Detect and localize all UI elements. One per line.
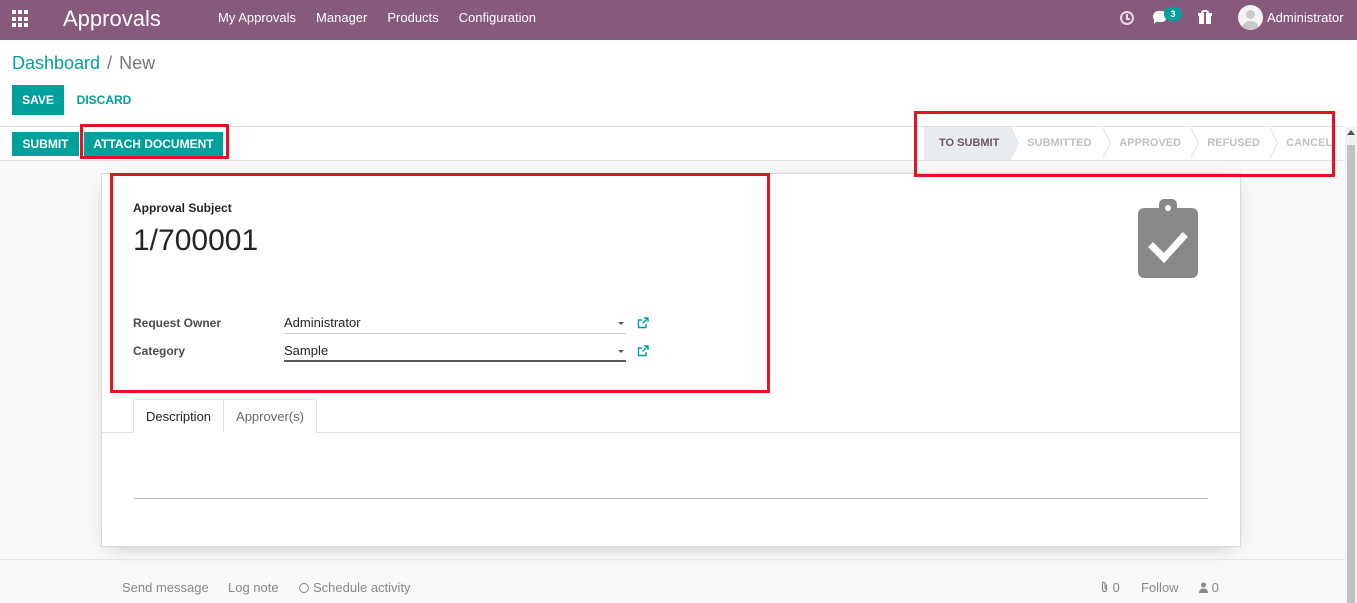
user-icon bbox=[1199, 582, 1208, 593]
apps-menu-icon[interactable] bbox=[12, 10, 30, 28]
schedule-activity-label: Schedule activity bbox=[313, 580, 411, 595]
save-button[interactable]: SAVE bbox=[12, 85, 64, 115]
breadcrumb: Dashboard / New bbox=[12, 53, 155, 74]
menu-manager[interactable]: Manager bbox=[306, 0, 377, 40]
highlight-box-attach bbox=[80, 124, 229, 159]
submit-button[interactable]: SUBMIT bbox=[12, 132, 79, 156]
activities-clock-icon[interactable] bbox=[1120, 11, 1134, 25]
breadcrumb-current: New bbox=[119, 53, 156, 73]
log-note-button[interactable]: Log note bbox=[228, 580, 279, 595]
paperclip-icon bbox=[1101, 581, 1108, 593]
highlight-box-stages bbox=[914, 111, 1335, 177]
scroll-thumb[interactable] bbox=[1347, 145, 1355, 603]
menu-configuration[interactable]: Configuration bbox=[449, 0, 546, 40]
top-navbar: Approvals My Approvals Manager Products … bbox=[0, 0, 1357, 40]
app-title[interactable]: Approvals bbox=[63, 6, 161, 32]
notebook-tabs: Description Approver(s) bbox=[133, 399, 317, 433]
attachments-count: 0 bbox=[1112, 580, 1120, 595]
send-message-button[interactable]: Send message bbox=[122, 580, 209, 595]
follow-button[interactable]: Follow bbox=[1141, 580, 1179, 595]
breadcrumb-separator: / bbox=[107, 53, 113, 73]
breadcrumb-dashboard[interactable]: Dashboard bbox=[12, 53, 100, 74]
messages-count-badge: 3 bbox=[1164, 7, 1182, 21]
tab-description[interactable]: Description bbox=[133, 399, 225, 433]
attachments-button[interactable]: 0 bbox=[1100, 580, 1120, 595]
description-editor-line[interactable] bbox=[134, 498, 1208, 499]
menu-products[interactable]: Products bbox=[377, 0, 448, 40]
clipboard-check-icon bbox=[1138, 199, 1198, 278]
gift-icon[interactable] bbox=[1198, 10, 1212, 24]
user-menu[interactable]: Administrator bbox=[1267, 10, 1344, 25]
tab-approvers[interactable]: Approver(s) bbox=[224, 399, 317, 433]
main-menu: My Approvals Manager Products Configurat… bbox=[208, 0, 546, 40]
menu-my-approvals[interactable]: My Approvals bbox=[208, 0, 306, 40]
highlight-box-form bbox=[110, 173, 770, 393]
scroll-up-arrow-icon[interactable] bbox=[1347, 130, 1355, 135]
chatter-divider bbox=[0, 559, 1345, 560]
scrollbar[interactable] bbox=[1345, 127, 1357, 603]
followers-button[interactable]: 0 bbox=[1199, 580, 1219, 595]
clock-icon bbox=[299, 583, 309, 593]
discard-button[interactable]: DISCARD bbox=[70, 85, 138, 115]
user-avatar[interactable] bbox=[1238, 5, 1263, 30]
schedule-activity-button[interactable]: Schedule activity bbox=[299, 580, 411, 595]
followers-count: 0 bbox=[1211, 580, 1219, 595]
